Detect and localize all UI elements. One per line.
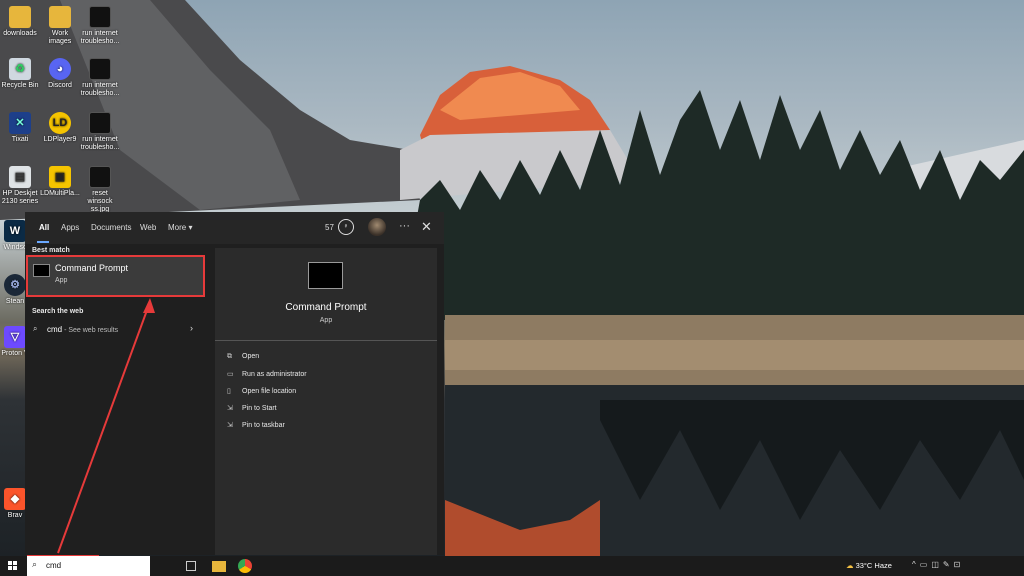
file-explorer-icon[interactable] bbox=[212, 561, 226, 572]
system-tray[interactable]: ^▭◫✎⊡ bbox=[912, 560, 964, 569]
weather-icon: ☁ bbox=[846, 561, 854, 570]
taskbar: ⌕ cmd ☁ 33°C Haze ^▭◫✎⊡ bbox=[0, 556, 1024, 576]
annotation-arrow bbox=[57, 298, 155, 554]
task-view-icon[interactable] bbox=[186, 561, 196, 571]
weather-text[interactable]: 33°C Haze bbox=[856, 561, 892, 570]
chrome-icon[interactable] bbox=[238, 559, 252, 573]
search-input-value: cmd bbox=[46, 561, 62, 570]
windows-start-icon[interactable] bbox=[8, 561, 18, 571]
search-icon: ⌕ bbox=[32, 559, 38, 569]
taskbar-search-input[interactable]: ⌕ cmd bbox=[27, 556, 150, 576]
